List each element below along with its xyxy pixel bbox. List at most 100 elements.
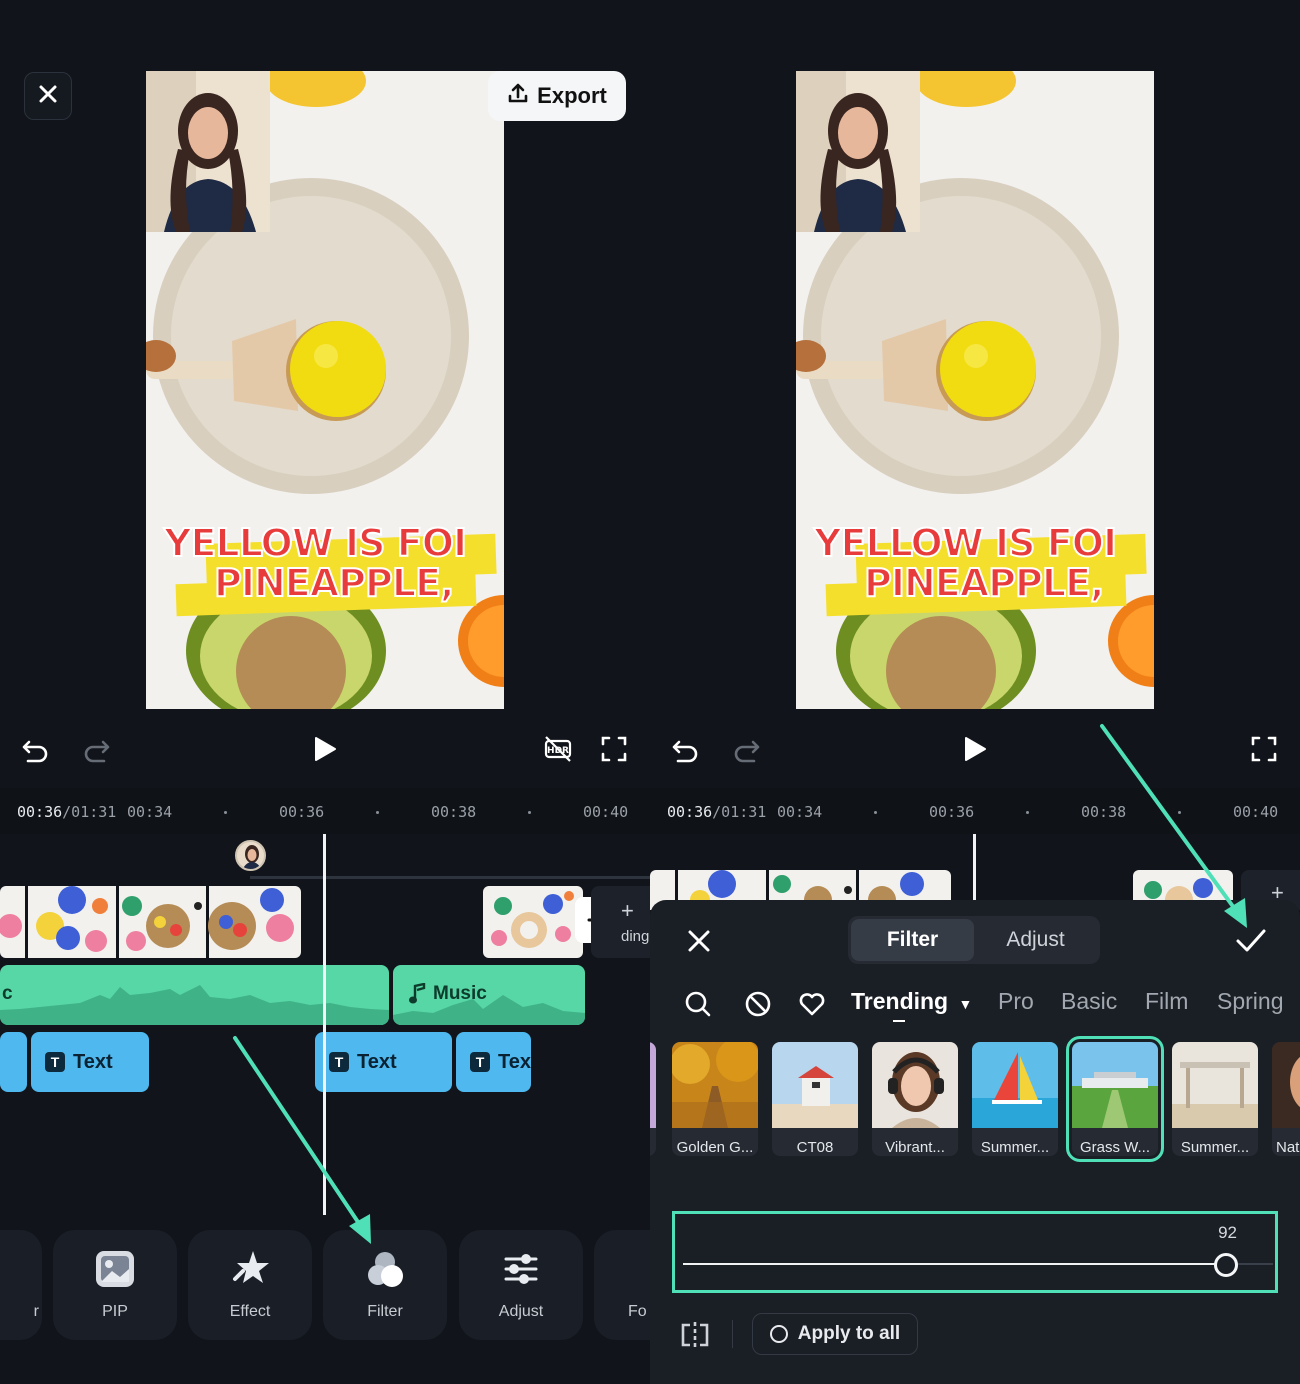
- filter-bottom-sheet: Filter Adjust Trending ▼ Pro Basic Film: [650, 900, 1300, 1384]
- text-clip-label: Tex: [498, 1050, 531, 1073]
- tool-partial-format[interactable]: Fo: [594, 1230, 650, 1340]
- tool-pip[interactable]: PIP: [53, 1230, 177, 1340]
- filter-thumb[interactable]: Summer...: [972, 1042, 1058, 1156]
- favorite-heart-icon[interactable]: [798, 990, 826, 1023]
- text-clip[interactable]: T Text: [31, 1032, 149, 1092]
- tool-label: PIP: [102, 1303, 128, 1320]
- intensity-slider-fill: [683, 1263, 1226, 1265]
- play-icon: [315, 737, 336, 761]
- music-note-icon: [409, 983, 426, 1004]
- apply-to-all-label: Apply to all: [797, 1323, 901, 1344]
- close-button[interactable]: [24, 72, 72, 120]
- audio-clip[interactable]: [0, 965, 389, 1025]
- timecode: 00:36/01:31: [17, 803, 116, 821]
- export-button[interactable]: Export: [488, 71, 626, 121]
- checkmark-icon: [1236, 929, 1266, 952]
- ending-clip-partial[interactable]: + ding: [591, 886, 650, 958]
- ruler-dot: [1178, 811, 1181, 814]
- ruler-dot: [1026, 811, 1029, 814]
- search-icon[interactable]: [684, 990, 712, 1023]
- category-pro[interactable]: Pro: [998, 988, 1034, 1015]
- undo-button[interactable]: [668, 732, 702, 766]
- filter-thumb[interactable]: CT08: [772, 1042, 858, 1156]
- tool-adjust[interactable]: Adjust: [459, 1230, 583, 1340]
- tab-filter[interactable]: Filter: [851, 919, 974, 961]
- left-editor-screen: YELLOW IS FOI PINEAPPLE, Export HDR 00:3…: [0, 0, 650, 1384]
- undo-icon: [672, 740, 698, 763]
- sheet-close-button[interactable]: [684, 926, 714, 956]
- right-editor-screen: YELLOW IS FOI PINEAPPLE, 00:36/01:31 00:…: [650, 0, 1300, 1384]
- filter-category-row: Trending ▼ Pro Basic Film Spring: [650, 988, 1300, 1022]
- upload-icon: [507, 82, 529, 110]
- tool-filter[interactable]: Filter: [323, 1230, 447, 1340]
- filter-thumb-label: Nat: [1276, 1138, 1300, 1156]
- filter-thumb-label: Vibrant...: [885, 1138, 945, 1156]
- category-spring[interactable]: Spring: [1217, 988, 1283, 1015]
- filter-thumb[interactable]: Golden G...: [672, 1042, 758, 1156]
- text-clip-partial[interactable]: [0, 1032, 27, 1092]
- hdr-off-button[interactable]: HDR: [541, 732, 575, 766]
- category-film[interactable]: Film: [1145, 988, 1188, 1015]
- fullscreen-button[interactable]: [597, 732, 631, 766]
- ending-label: ding: [621, 928, 650, 945]
- text-clip-label: Text: [73, 1050, 113, 1073]
- ruler-tick: 00:40: [583, 803, 629, 821]
- redo-icon: [734, 740, 760, 763]
- total-time: /01:31: [712, 803, 767, 821]
- ruler-dot: [874, 811, 877, 814]
- filter-thumb-label: Summer...: [980, 1138, 1050, 1156]
- text-clip[interactable]: T Text: [315, 1032, 452, 1092]
- redo-button[interactable]: [80, 732, 114, 766]
- text-clip[interactable]: T Tex: [456, 1032, 531, 1092]
- video-caption: YELLOW IS FOI PINEAPPLE,: [163, 521, 504, 604]
- playhead[interactable]: [323, 834, 326, 1215]
- play-button[interactable]: [308, 732, 342, 766]
- no-filter-icon[interactable]: [744, 990, 772, 1023]
- filter-thumb-partial[interactable]: Nat: [1272, 1042, 1300, 1156]
- filter-thumb-partial[interactable]: [650, 1042, 656, 1156]
- compare-button[interactable]: [678, 1320, 712, 1350]
- tool-effect[interactable]: Effect: [188, 1230, 312, 1340]
- current-time: 00:36: [17, 803, 63, 821]
- filter-thumb-label: Grass W...: [1079, 1138, 1150, 1156]
- confirm-button[interactable]: [1234, 924, 1268, 958]
- video-clip[interactable]: [483, 886, 583, 958]
- filter-thumb-label: Summer...: [1180, 1138, 1250, 1156]
- video-preview[interactable]: YELLOW IS FOI PINEAPPLE,: [146, 71, 504, 709]
- intensity-slider-knob[interactable]: [1213, 1253, 1238, 1277]
- video-preview[interactable]: YELLOW IS FOI PINEAPPLE,: [796, 71, 1154, 709]
- ruler-tick: 00:36: [929, 803, 975, 821]
- ruler-tick: 00:36: [279, 803, 325, 821]
- category-trending[interactable]: Trending ▼: [851, 988, 972, 1015]
- fullscreen-button[interactable]: [1247, 732, 1281, 766]
- intensity-slider[interactable]: [683, 1263, 1273, 1265]
- filter-thumb-selected[interactable]: Grass W...: [1066, 1036, 1164, 1162]
- video-clip[interactable]: [0, 886, 301, 958]
- filter-thumb[interactable]: Summer...: [1172, 1042, 1258, 1156]
- caption-line-1: YELLOW IS FOI: [163, 521, 468, 565]
- ruler-dot: [224, 811, 227, 814]
- tool-label: Adjust: [498, 1303, 544, 1320]
- waveform: [0, 985, 389, 1025]
- redo-button[interactable]: [730, 732, 764, 766]
- export-label: Export: [537, 83, 607, 108]
- tab-adjust[interactable]: Adjust: [974, 919, 1097, 961]
- undo-button[interactable]: [18, 732, 52, 766]
- category-basic[interactable]: Basic: [1061, 988, 1117, 1015]
- fullscreen-icon: [1251, 736, 1277, 762]
- undo-icon: [22, 740, 48, 763]
- playhead[interactable]: [973, 834, 976, 904]
- pip-clip-avatar[interactable]: [235, 840, 266, 871]
- intensity-value: 92: [1218, 1223, 1237, 1242]
- filter-thumb[interactable]: Vibrant...: [872, 1042, 958, 1156]
- close-icon: [38, 84, 58, 109]
- tool-partial[interactable]: r: [0, 1230, 42, 1340]
- caption-line-2: PINEAPPLE,: [863, 561, 1105, 605]
- play-button[interactable]: [958, 732, 992, 766]
- fullscreen-icon: [601, 736, 627, 762]
- apply-to-all-button[interactable]: Apply to all: [752, 1313, 918, 1355]
- adjust-sliders-icon: [504, 1254, 538, 1284]
- ruler-tick: 00:38: [1081, 803, 1127, 821]
- ruler-tick: 00:34: [127, 803, 173, 821]
- current-time: 00:36: [667, 803, 713, 821]
